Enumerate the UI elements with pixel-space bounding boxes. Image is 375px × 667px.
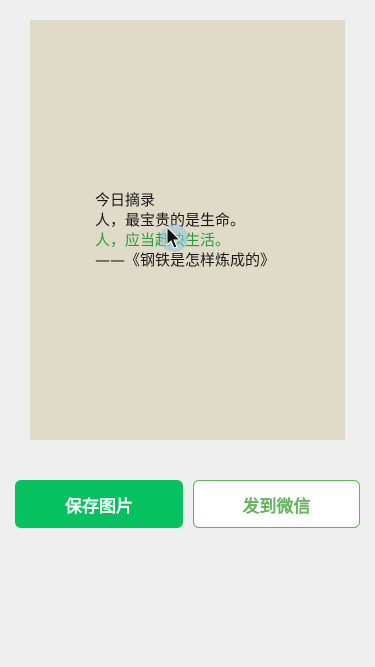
share-image-page: 今日摘录 人，最宝贵的是生命。 人，应当赶快生活。 ——《钢铁是怎样炼成的》 保… [0,0,375,667]
save-image-button[interactable]: 保存图片 [15,480,183,528]
quote-source: ——《钢铁是怎样炼成的》 [95,251,276,269]
mouse-pointer-icon [160,224,188,252]
quote-block: 今日摘录 人，最宝贵的是生命。 人，应当赶快生活。 ——《钢铁是怎样炼成的》 [95,190,325,270]
send-to-wechat-button[interactable]: 发到微信 [193,480,360,528]
quote-title: 今日摘录 [95,191,156,209]
quote-line-1: 人，最宝贵的是生命。 [95,211,246,229]
quote-line-2: 人，应当赶快生活。 [95,230,325,250]
